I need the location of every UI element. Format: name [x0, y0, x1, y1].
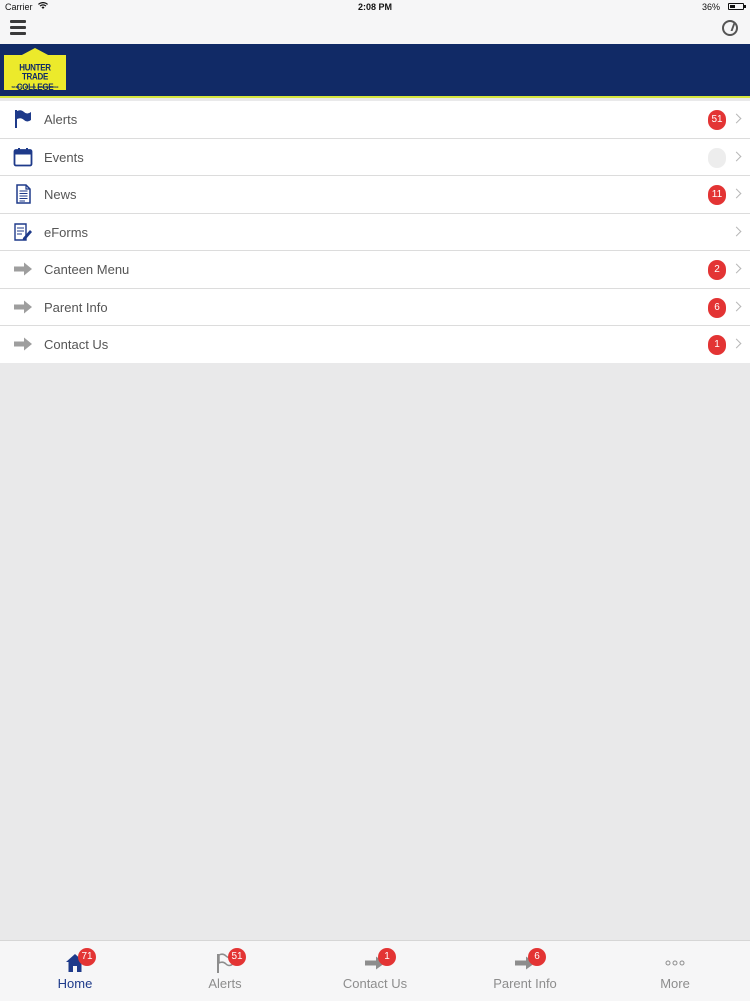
- tab-label: Home: [57, 976, 93, 991]
- tab-more[interactable]: More: [600, 941, 750, 1001]
- count-badge: 51: [708, 110, 726, 130]
- logo-line-2: TRADE COLLEGE: [16, 71, 54, 93]
- menu-item-alerts[interactable]: Alerts 51: [0, 101, 750, 139]
- menu-item-parent-info[interactable]: Parent Info 6: [0, 289, 750, 326]
- tab-home[interactable]: 71 Home: [0, 941, 150, 1001]
- menu-item-label: Parent Info: [44, 299, 108, 315]
- battery-icon: [728, 3, 746, 10]
- arrow-right-icon: [13, 259, 33, 279]
- menu-item-label: eForms: [44, 224, 89, 240]
- tab-badge: 1: [378, 948, 396, 966]
- chevron-right-icon: [731, 301, 742, 311]
- tab-label: Parent Info: [493, 976, 557, 991]
- menu-item-label: News: [44, 187, 77, 202]
- logo-tagline: SKILLS • ETHICS • KNOWLEDGE: [11, 85, 59, 89]
- count-badge: [708, 147, 726, 168]
- tab-badge: 6: [528, 948, 546, 966]
- count-badge: 2: [708, 260, 726, 280]
- school-logo: HUNTER TRADE COLLEGE SKILLS • ETHICS • K…: [4, 48, 66, 92]
- top-nav-bar: [0, 14, 750, 44]
- menu-item-label: Alerts: [44, 112, 78, 127]
- count-badge: 1: [708, 335, 726, 355]
- battery-percentage: 36%: [701, 2, 720, 12]
- arrow-right-icon: [13, 334, 33, 354]
- chevron-right-icon: [731, 188, 742, 199]
- more-dots-icon: [664, 953, 686, 973]
- menu-item-label: Events: [44, 149, 84, 165]
- chevron-right-icon: [731, 151, 742, 161]
- bottom-tab-bar: 71 Home 51 Alerts 1 Contact Us 6 Parent …: [0, 940, 750, 1001]
- form-edit-icon: [13, 222, 33, 242]
- sync-icon[interactable]: [722, 20, 738, 36]
- menu-item-label: Contact Us: [44, 337, 109, 352]
- tab-alerts[interactable]: 51 Alerts: [150, 941, 300, 1001]
- tab-label: Alerts: [208, 976, 242, 991]
- tab-badge: 51: [228, 948, 246, 966]
- tab-label: Contact Us: [342, 976, 408, 991]
- chevron-right-icon: [731, 338, 742, 349]
- menu-item-contact-us[interactable]: Contact Us 1: [0, 326, 750, 363]
- calendar-icon: [13, 147, 33, 167]
- flag-icon: [13, 109, 33, 129]
- menu-item-label: Canteen Menu: [44, 262, 130, 277]
- document-icon: [13, 184, 33, 204]
- chevron-right-icon: [731, 263, 742, 274]
- count-badge: 6: [708, 297, 726, 318]
- clock: 2:08 PM: [357, 2, 392, 12]
- chevron-right-icon: [731, 226, 742, 236]
- tab-label: More: [660, 976, 690, 991]
- menu-item-events[interactable]: Events: [0, 139, 750, 176]
- chevron-right-icon: [731, 113, 742, 124]
- tab-badge: 71: [78, 948, 96, 966]
- count-badge: 11: [708, 185, 726, 205]
- school-banner: HUNTER TRADE COLLEGE SKILLS • ETHICS • K…: [0, 44, 750, 98]
- tab-parent-info[interactable]: 6 Parent Info: [450, 941, 600, 1001]
- menu-item-news[interactable]: News 11: [0, 176, 750, 214]
- main-menu-list: Alerts 51 Events News 11 eForms Canteen …: [0, 101, 750, 363]
- menu-item-canteen-menu[interactable]: Canteen Menu 2: [0, 251, 750, 289]
- tab-contact-us[interactable]: 1 Contact Us: [300, 941, 450, 1001]
- arrow-right-icon: [13, 297, 33, 317]
- status-bar: Carrier 2:08 PM 36%: [0, 0, 750, 14]
- hamburger-menu-icon[interactable]: [10, 20, 26, 36]
- menu-item-eforms[interactable]: eForms: [0, 214, 750, 251]
